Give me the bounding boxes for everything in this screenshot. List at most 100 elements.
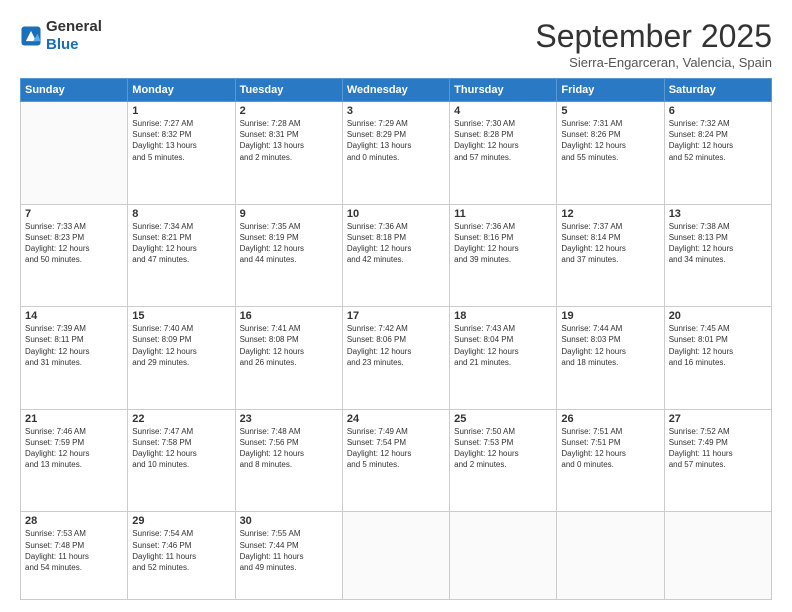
calendar-week-2: 7Sunrise: 7:33 AM Sunset: 8:23 PM Daylig… — [21, 204, 772, 307]
day-info: Sunrise: 7:54 AM Sunset: 7:46 PM Dayligh… — [132, 528, 230, 573]
day-info: Sunrise: 7:47 AM Sunset: 7:58 PM Dayligh… — [132, 426, 230, 471]
day-info: Sunrise: 7:41 AM Sunset: 8:08 PM Dayligh… — [240, 323, 338, 368]
day-number: 23 — [240, 413, 338, 425]
calendar-cell: 22Sunrise: 7:47 AM Sunset: 7:58 PM Dayli… — [128, 409, 235, 512]
col-header-tuesday: Tuesday — [235, 79, 342, 102]
calendar-cell: 16Sunrise: 7:41 AM Sunset: 8:08 PM Dayli… — [235, 307, 342, 410]
col-header-sunday: Sunday — [21, 79, 128, 102]
col-header-saturday: Saturday — [664, 79, 771, 102]
calendar-cell — [21, 102, 128, 205]
logo-general: General — [46, 18, 102, 36]
day-info: Sunrise: 7:42 AM Sunset: 8:06 PM Dayligh… — [347, 323, 445, 368]
calendar-cell — [664, 512, 771, 600]
calendar-cell: 28Sunrise: 7:53 AM Sunset: 7:48 PM Dayli… — [21, 512, 128, 600]
calendar-cell: 6Sunrise: 7:32 AM Sunset: 8:24 PM Daylig… — [664, 102, 771, 205]
calendar-cell: 18Sunrise: 7:43 AM Sunset: 8:04 PM Dayli… — [450, 307, 557, 410]
day-info: Sunrise: 7:39 AM Sunset: 8:11 PM Dayligh… — [25, 323, 123, 368]
day-info: Sunrise: 7:33 AM Sunset: 8:23 PM Dayligh… — [25, 221, 123, 266]
calendar-cell: 24Sunrise: 7:49 AM Sunset: 7:54 PM Dayli… — [342, 409, 449, 512]
day-info: Sunrise: 7:38 AM Sunset: 8:13 PM Dayligh… — [669, 221, 767, 266]
calendar-cell: 4Sunrise: 7:30 AM Sunset: 8:28 PM Daylig… — [450, 102, 557, 205]
day-info: Sunrise: 7:49 AM Sunset: 7:54 PM Dayligh… — [347, 426, 445, 471]
day-info: Sunrise: 7:29 AM Sunset: 8:29 PM Dayligh… — [347, 118, 445, 163]
col-header-friday: Friday — [557, 79, 664, 102]
day-info: Sunrise: 7:34 AM Sunset: 8:21 PM Dayligh… — [132, 221, 230, 266]
day-number: 15 — [132, 310, 230, 322]
day-number: 7 — [25, 208, 123, 220]
day-info: Sunrise: 7:40 AM Sunset: 8:09 PM Dayligh… — [132, 323, 230, 368]
day-info: Sunrise: 7:52 AM Sunset: 7:49 PM Dayligh… — [669, 426, 767, 471]
day-info: Sunrise: 7:50 AM Sunset: 7:53 PM Dayligh… — [454, 426, 552, 471]
calendar-cell: 19Sunrise: 7:44 AM Sunset: 8:03 PM Dayli… — [557, 307, 664, 410]
day-number: 17 — [347, 310, 445, 322]
day-number: 8 — [132, 208, 230, 220]
logo-blue: Blue — [46, 36, 102, 54]
calendar-cell: 8Sunrise: 7:34 AM Sunset: 8:21 PM Daylig… — [128, 204, 235, 307]
day-number: 13 — [669, 208, 767, 220]
day-number: 19 — [561, 310, 659, 322]
day-info: Sunrise: 7:37 AM Sunset: 8:14 PM Dayligh… — [561, 221, 659, 266]
calendar-week-5: 28Sunrise: 7:53 AM Sunset: 7:48 PM Dayli… — [21, 512, 772, 600]
location: Sierra-Engarceran, Valencia, Spain — [535, 55, 772, 70]
day-number: 11 — [454, 208, 552, 220]
calendar-week-1: 1Sunrise: 7:27 AM Sunset: 8:32 PM Daylig… — [21, 102, 772, 205]
page-header: General Blue September 2025 Sierra-Engar… — [20, 18, 772, 70]
day-info: Sunrise: 7:43 AM Sunset: 8:04 PM Dayligh… — [454, 323, 552, 368]
calendar-cell: 29Sunrise: 7:54 AM Sunset: 7:46 PM Dayli… — [128, 512, 235, 600]
day-number: 9 — [240, 208, 338, 220]
calendar-cell: 26Sunrise: 7:51 AM Sunset: 7:51 PM Dayli… — [557, 409, 664, 512]
col-header-wednesday: Wednesday — [342, 79, 449, 102]
day-number: 22 — [132, 413, 230, 425]
day-number: 20 — [669, 310, 767, 322]
calendar-header-row: SundayMondayTuesdayWednesdayThursdayFrid… — [21, 79, 772, 102]
calendar-cell: 30Sunrise: 7:55 AM Sunset: 7:44 PM Dayli… — [235, 512, 342, 600]
calendar-cell: 7Sunrise: 7:33 AM Sunset: 8:23 PM Daylig… — [21, 204, 128, 307]
day-info: Sunrise: 7:48 AM Sunset: 7:56 PM Dayligh… — [240, 426, 338, 471]
day-info: Sunrise: 7:36 AM Sunset: 8:16 PM Dayligh… — [454, 221, 552, 266]
calendar-cell: 3Sunrise: 7:29 AM Sunset: 8:29 PM Daylig… — [342, 102, 449, 205]
general-blue-icon — [20, 25, 42, 47]
day-info: Sunrise: 7:35 AM Sunset: 8:19 PM Dayligh… — [240, 221, 338, 266]
logo: General Blue — [20, 18, 102, 54]
day-number: 3 — [347, 105, 445, 117]
day-info: Sunrise: 7:44 AM Sunset: 8:03 PM Dayligh… — [561, 323, 659, 368]
calendar-table: SundayMondayTuesdayWednesdayThursdayFrid… — [20, 78, 772, 600]
calendar-cell — [342, 512, 449, 600]
day-number: 27 — [669, 413, 767, 425]
calendar-week-3: 14Sunrise: 7:39 AM Sunset: 8:11 PM Dayli… — [21, 307, 772, 410]
day-info: Sunrise: 7:46 AM Sunset: 7:59 PM Dayligh… — [25, 426, 123, 471]
calendar-cell: 20Sunrise: 7:45 AM Sunset: 8:01 PM Dayli… — [664, 307, 771, 410]
calendar-cell — [450, 512, 557, 600]
day-info: Sunrise: 7:36 AM Sunset: 8:18 PM Dayligh… — [347, 221, 445, 266]
day-info: Sunrise: 7:45 AM Sunset: 8:01 PM Dayligh… — [669, 323, 767, 368]
day-number: 30 — [240, 515, 338, 527]
day-info: Sunrise: 7:32 AM Sunset: 8:24 PM Dayligh… — [669, 118, 767, 163]
day-number: 18 — [454, 310, 552, 322]
day-number: 4 — [454, 105, 552, 117]
calendar-cell: 12Sunrise: 7:37 AM Sunset: 8:14 PM Dayli… — [557, 204, 664, 307]
calendar-cell: 23Sunrise: 7:48 AM Sunset: 7:56 PM Dayli… — [235, 409, 342, 512]
day-info: Sunrise: 7:30 AM Sunset: 8:28 PM Dayligh… — [454, 118, 552, 163]
day-info: Sunrise: 7:31 AM Sunset: 8:26 PM Dayligh… — [561, 118, 659, 163]
day-info: Sunrise: 7:53 AM Sunset: 7:48 PM Dayligh… — [25, 528, 123, 573]
calendar-cell: 17Sunrise: 7:42 AM Sunset: 8:06 PM Dayli… — [342, 307, 449, 410]
calendar-cell: 9Sunrise: 7:35 AM Sunset: 8:19 PM Daylig… — [235, 204, 342, 307]
calendar-cell: 11Sunrise: 7:36 AM Sunset: 8:16 PM Dayli… — [450, 204, 557, 307]
day-info: Sunrise: 7:55 AM Sunset: 7:44 PM Dayligh… — [240, 528, 338, 573]
day-number: 1 — [132, 105, 230, 117]
calendar-cell: 27Sunrise: 7:52 AM Sunset: 7:49 PM Dayli… — [664, 409, 771, 512]
calendar-cell: 21Sunrise: 7:46 AM Sunset: 7:59 PM Dayli… — [21, 409, 128, 512]
day-number: 25 — [454, 413, 552, 425]
calendar-cell: 10Sunrise: 7:36 AM Sunset: 8:18 PM Dayli… — [342, 204, 449, 307]
calendar-cell: 14Sunrise: 7:39 AM Sunset: 8:11 PM Dayli… — [21, 307, 128, 410]
day-number: 5 — [561, 105, 659, 117]
day-number: 12 — [561, 208, 659, 220]
col-header-monday: Monday — [128, 79, 235, 102]
day-info: Sunrise: 7:27 AM Sunset: 8:32 PM Dayligh… — [132, 118, 230, 163]
calendar-cell: 15Sunrise: 7:40 AM Sunset: 8:09 PM Dayli… — [128, 307, 235, 410]
day-info: Sunrise: 7:51 AM Sunset: 7:51 PM Dayligh… — [561, 426, 659, 471]
day-number: 26 — [561, 413, 659, 425]
day-number: 16 — [240, 310, 338, 322]
calendar-cell: 25Sunrise: 7:50 AM Sunset: 7:53 PM Dayli… — [450, 409, 557, 512]
day-number: 21 — [25, 413, 123, 425]
